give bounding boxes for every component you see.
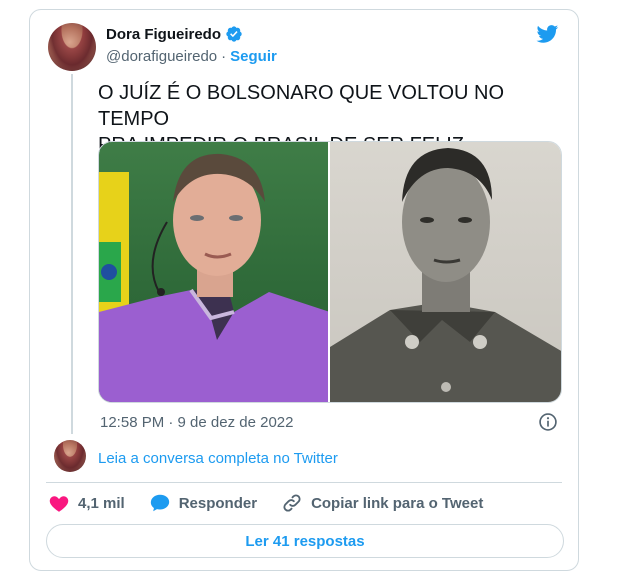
author-handle-row: @dorafigueiredo · Seguir	[106, 48, 277, 65]
info-icon[interactable]	[538, 412, 558, 432]
copy-link-action[interactable]: Copiar link para o Tweet	[281, 492, 483, 514]
twitter-bird-icon[interactable]	[535, 23, 560, 45]
reply-label: Responder	[178, 494, 258, 512]
read-replies-button[interactable]: Ler 41 respostas	[46, 524, 564, 558]
like-action[interactable]: 4,1 mil	[48, 492, 125, 514]
verified-badge-icon	[226, 26, 242, 42]
author-avatar[interactable]	[48, 23, 96, 71]
conversation-avatar[interactable]	[54, 440, 86, 472]
follow-button[interactable]: Seguir	[230, 48, 277, 65]
link-icon	[283, 494, 301, 512]
speech-bubble-icon	[150, 494, 169, 512]
thread-line	[71, 74, 73, 434]
actions-divider	[46, 482, 562, 483]
author-handle[interactable]: @dorafigueiredo	[106, 48, 217, 65]
tweet-media[interactable]	[98, 141, 562, 403]
tweet-text-line-1: O JUÍZ É O BOLSONARO QUE VOLTOU NO TEMPO	[98, 82, 504, 130]
like-count: 4,1 mil	[78, 494, 125, 512]
author-name[interactable]: Dora Figueiredo	[106, 26, 221, 43]
author-name-row: Dora Figueiredo	[106, 25, 243, 43]
copy-link-label: Copiar link para o Tweet	[311, 494, 484, 512]
read-conversation-link[interactable]: Leia a conversa completa no Twitter	[98, 450, 338, 467]
tweet-timestamp[interactable]: 12:58 PM · 9 de dez de 2022	[100, 414, 293, 431]
soldier-photo[interactable]	[330, 142, 561, 402]
reply-action[interactable]: Responder	[149, 492, 257, 514]
tweet-actions: 4,1 mil Responder Copiar link para o Twe…	[48, 492, 507, 514]
tweet-embed-card: Dora Figueiredo @dorafigueiredo · Seguir…	[29, 9, 579, 571]
separator-dot: ·	[221, 48, 227, 65]
heart-icon	[49, 496, 69, 512]
read-replies-label: Ler 41 respostas	[245, 532, 365, 550]
referee-photo[interactable]	[99, 142, 329, 402]
